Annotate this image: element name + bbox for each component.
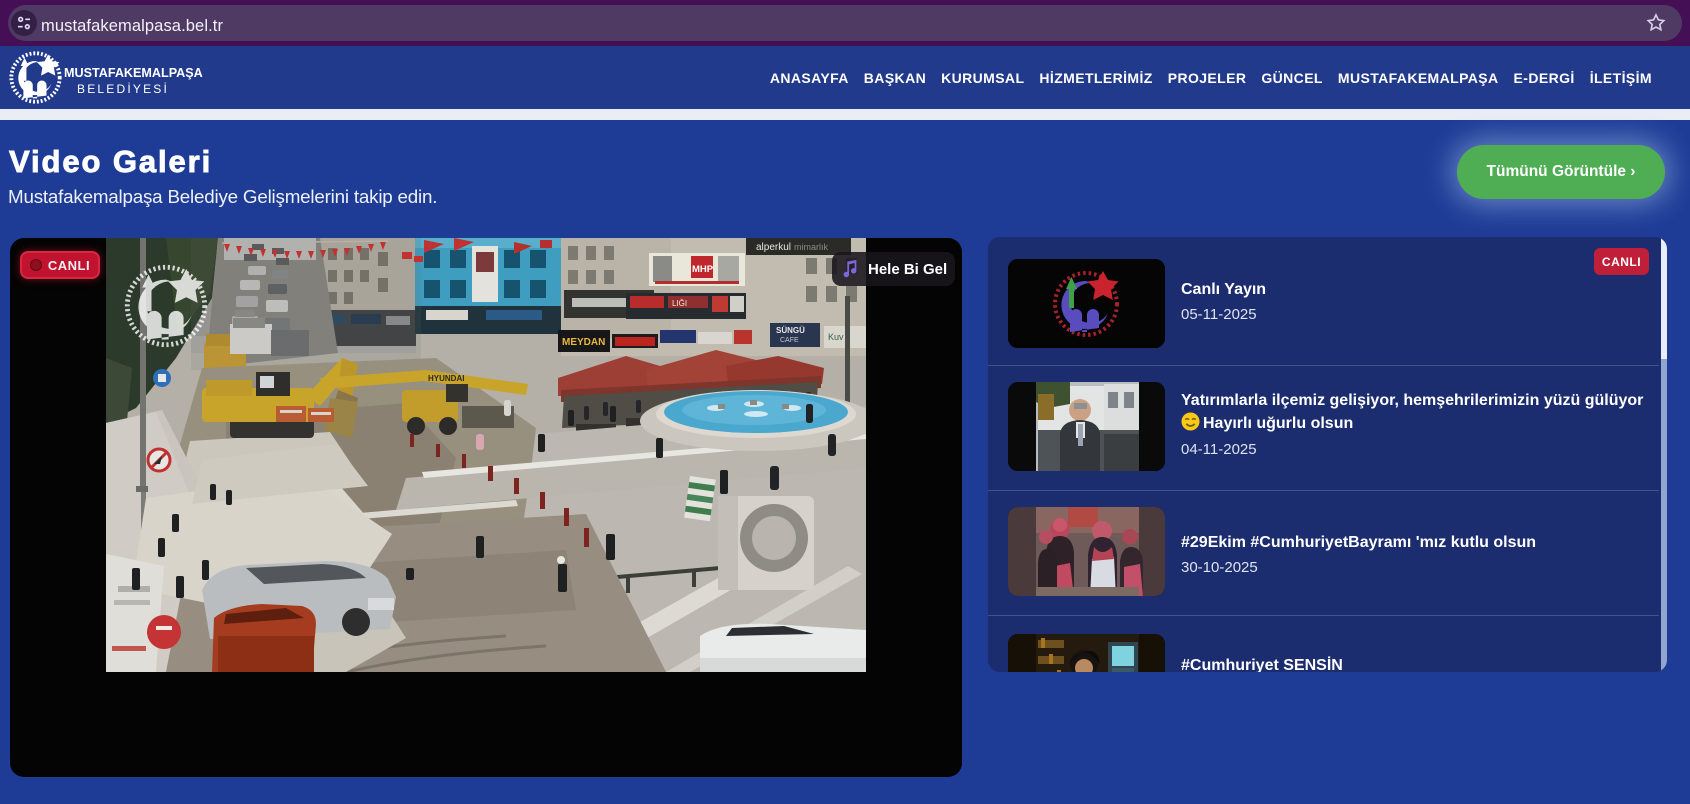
svg-text:MEYDAN: MEYDAN [562,337,605,348]
svg-text:LIĞI: LIĞI [672,299,687,308]
svg-text:alperkul: alperkul [756,242,791,253]
svg-text:Kuv: Kuv [828,332,844,342]
svg-text:CAFE: CAFE [780,337,799,344]
svg-text:HYUNDAI: HYUNDAI [428,374,464,383]
svg-text:MHP: MHP [692,264,714,275]
svg-text:mimarlık: mimarlık [794,242,828,252]
svg-text:SÜNGÜ: SÜNGÜ [776,326,805,335]
